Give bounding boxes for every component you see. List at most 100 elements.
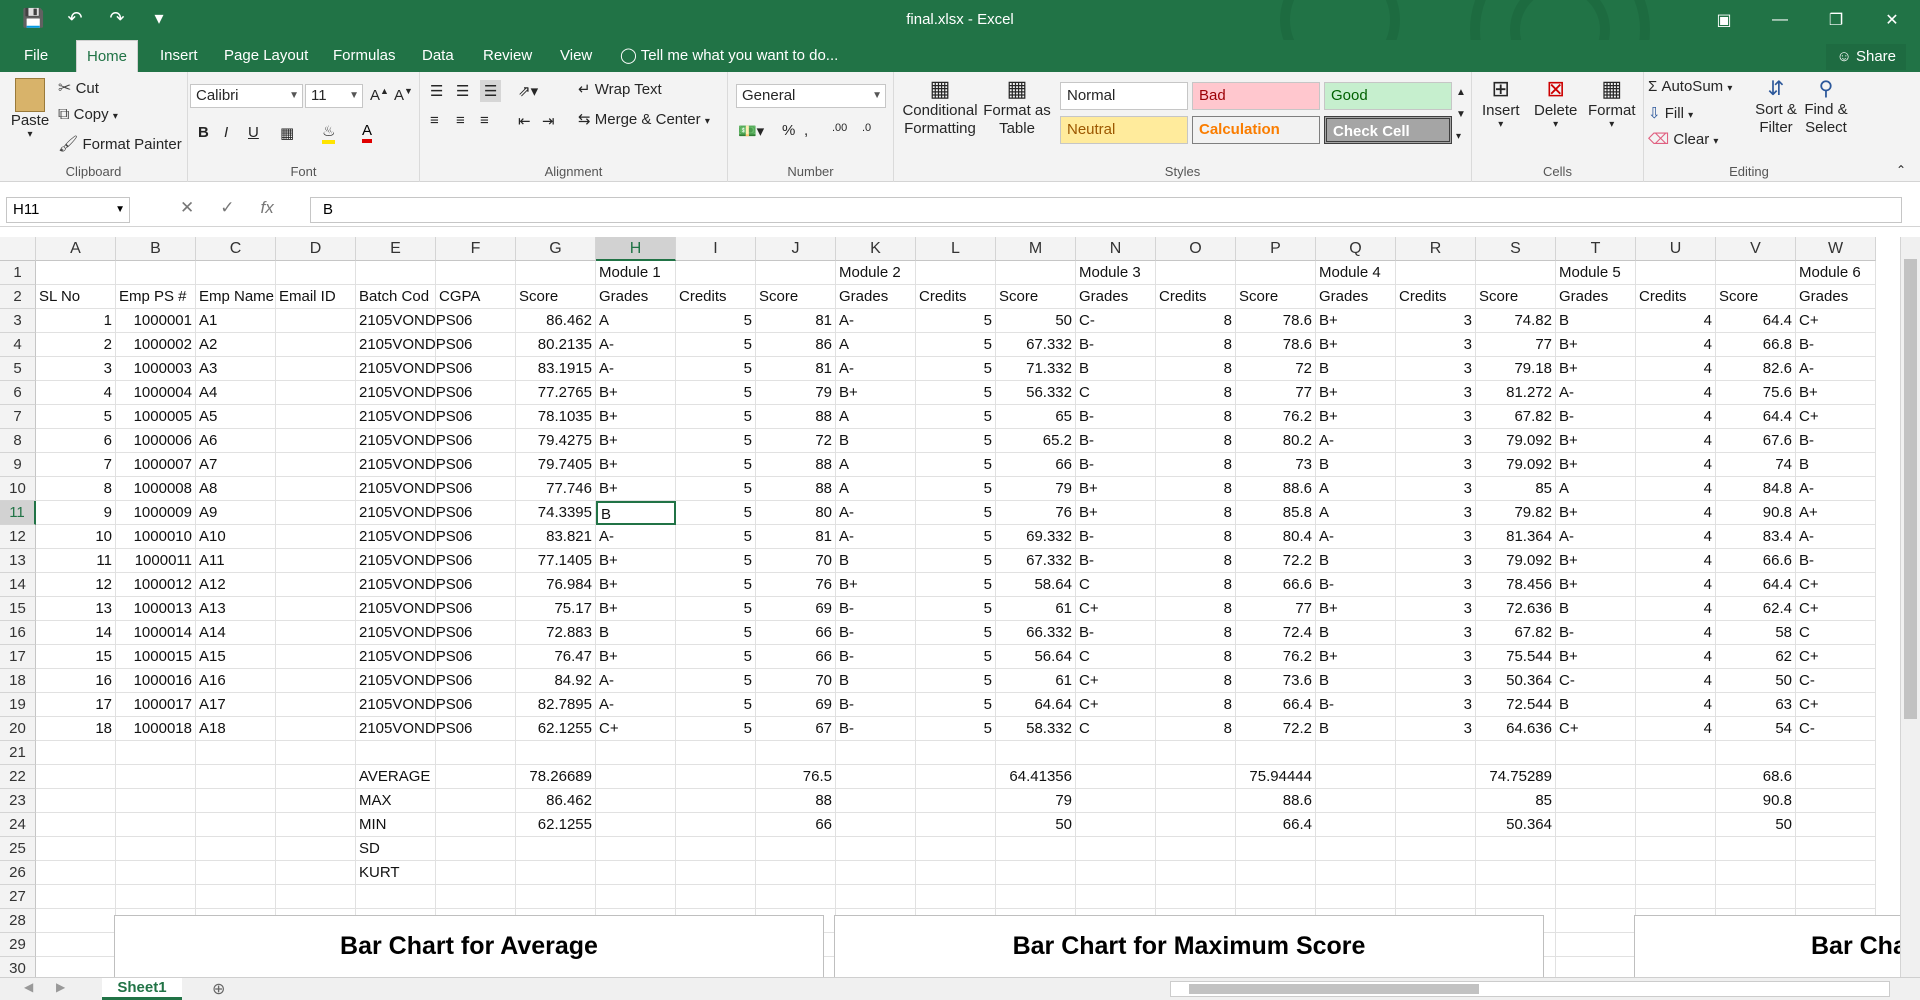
cell-b7[interactable]: 1000005 [116, 405, 196, 429]
cell-v21[interactable] [1716, 741, 1796, 765]
cell-c3[interactable]: A1 [196, 309, 276, 333]
cell-a11[interactable]: 9 [36, 501, 116, 525]
font-name-select[interactable]: Calibri ▼ [190, 84, 303, 108]
column-header-w[interactable]: W [1796, 237, 1876, 261]
cell-e24[interactable]: MIN [356, 813, 436, 837]
cell-o6[interactable]: 8 [1156, 381, 1236, 405]
cell-l4[interactable]: 5 [916, 333, 996, 357]
cell-k23[interactable] [836, 789, 916, 813]
style-bad[interactable]: Bad [1192, 82, 1320, 110]
cell-e17[interactable]: 2105VONDPS06 [356, 645, 472, 669]
tab-home[interactable]: Home [76, 40, 139, 72]
format-cells-button[interactable]: ▦ Format ▾ [1588, 76, 1636, 130]
cell-i20[interactable]: 5 [676, 717, 756, 741]
cell-g27[interactable] [516, 885, 596, 909]
cell-v6[interactable]: 75.6 [1716, 381, 1796, 405]
cell-v19[interactable]: 63 [1716, 693, 1796, 717]
select-all-corner[interactable] [0, 237, 36, 261]
cell-i13[interactable]: 5 [676, 549, 756, 573]
ribbon-display-icon[interactable]: ▣ [1696, 0, 1752, 40]
cell-w4[interactable]: B- [1796, 333, 1876, 357]
cell-r25[interactable] [1396, 837, 1476, 861]
column-header-t[interactable]: T [1556, 237, 1636, 261]
cell-p1[interactable] [1236, 261, 1316, 285]
orientation-icon[interactable]: ⇗▾ [518, 82, 538, 100]
cell-o26[interactable] [1156, 861, 1236, 885]
cell-v10[interactable]: 84.8 [1716, 477, 1796, 501]
vertical-scrollbar[interactable] [1900, 237, 1920, 977]
cell-j19[interactable]: 69 [756, 693, 836, 717]
cell-c13[interactable]: A11 [196, 549, 276, 573]
cell-g8[interactable]: 79.4275 [516, 429, 596, 453]
cell-m2[interactable]: Score [996, 285, 1076, 309]
cell-n5[interactable]: B [1076, 357, 1156, 381]
cell-h5[interactable]: A- [596, 357, 676, 381]
cell-v1[interactable] [1716, 261, 1796, 285]
cell-n6[interactable]: C [1076, 381, 1156, 405]
cell-h18[interactable]: A- [596, 669, 676, 693]
cell-s13[interactable]: 79.092 [1476, 549, 1556, 573]
cell-g13[interactable]: 77.1405 [516, 549, 596, 573]
cell-f13[interactable] [436, 549, 516, 573]
cell-s20[interactable]: 64.636 [1476, 717, 1556, 741]
column-header-h[interactable]: H [596, 237, 676, 261]
cell-t17[interactable]: B+ [1556, 645, 1636, 669]
cell-p19[interactable]: 66.4 [1236, 693, 1316, 717]
cell-w12[interactable]: A- [1796, 525, 1876, 549]
cell-n11[interactable]: B+ [1076, 501, 1156, 525]
row-header-29[interactable]: 29 [0, 933, 36, 957]
tab-page-layout[interactable]: Page Layout [214, 40, 318, 72]
cell-j20[interactable]: 67 [756, 717, 836, 741]
tab-view[interactable]: View [550, 40, 602, 72]
cell-e4[interactable]: 2105VONDPS06 [356, 333, 472, 357]
cell-j7[interactable]: 88 [756, 405, 836, 429]
cell-n9[interactable]: B- [1076, 453, 1156, 477]
cell-v18[interactable]: 50 [1716, 669, 1796, 693]
cell-k3[interactable]: A- [836, 309, 916, 333]
clear-button[interactable]: ⌫ Clear ▾ [1648, 130, 1718, 148]
cell-o19[interactable]: 8 [1156, 693, 1236, 717]
cell-f1[interactable] [436, 261, 516, 285]
cell-b15[interactable]: 1000013 [116, 597, 196, 621]
cell-b14[interactable]: 1000012 [116, 573, 196, 597]
row-header-5[interactable]: 5 [0, 357, 36, 381]
share-button[interactable]: ☺ Share [1826, 44, 1906, 70]
cell-m14[interactable]: 58.64 [996, 573, 1076, 597]
cell-s4[interactable]: 77 [1476, 333, 1556, 357]
cell-n24[interactable] [1076, 813, 1156, 837]
column-header-k[interactable]: K [836, 237, 916, 261]
cell-q1[interactable]: Module 4 [1316, 261, 1396, 285]
cell-w27[interactable] [1796, 885, 1876, 909]
cell-l24[interactable] [916, 813, 996, 837]
styles-scroll[interactable]: ▲ ▼ ▾ [1456, 82, 1466, 148]
cell-o4[interactable]: 8 [1156, 333, 1236, 357]
row-header-28[interactable]: 28 [0, 909, 36, 933]
cell-e25[interactable]: SD [356, 837, 436, 861]
cell-i9[interactable]: 5 [676, 453, 756, 477]
number-format-select[interactable]: General ▼ [736, 84, 886, 108]
cell-b2[interactable]: Emp PS # [116, 285, 196, 309]
cell-s6[interactable]: 81.272 [1476, 381, 1556, 405]
cell-f6[interactable] [436, 381, 516, 405]
style-normal[interactable]: Normal [1060, 82, 1188, 110]
cell-q23[interactable] [1316, 789, 1396, 813]
cell-p24[interactable]: 66.4 [1236, 813, 1316, 837]
cell-f11[interactable] [436, 501, 516, 525]
cell-n3[interactable]: C- [1076, 309, 1156, 333]
cell-b16[interactable]: 1000014 [116, 621, 196, 645]
cell-h17[interactable]: B+ [596, 645, 676, 669]
cell-a20[interactable]: 18 [36, 717, 116, 741]
cell-i10[interactable]: 5 [676, 477, 756, 501]
cell-t15[interactable]: B [1556, 597, 1636, 621]
align-right-icon[interactable]: ≡ [480, 112, 489, 129]
cell-r14[interactable]: 3 [1396, 573, 1476, 597]
cell-h22[interactable] [596, 765, 676, 789]
cell-u26[interactable] [1636, 861, 1716, 885]
cell-g12[interactable]: 83.821 [516, 525, 596, 549]
cell-t21[interactable] [1556, 741, 1636, 765]
cell-w8[interactable]: B- [1796, 429, 1876, 453]
cell-c18[interactable]: A16 [196, 669, 276, 693]
cell-h21[interactable] [596, 741, 676, 765]
cell-q6[interactable]: B+ [1316, 381, 1396, 405]
cell-g6[interactable]: 77.2765 [516, 381, 596, 405]
